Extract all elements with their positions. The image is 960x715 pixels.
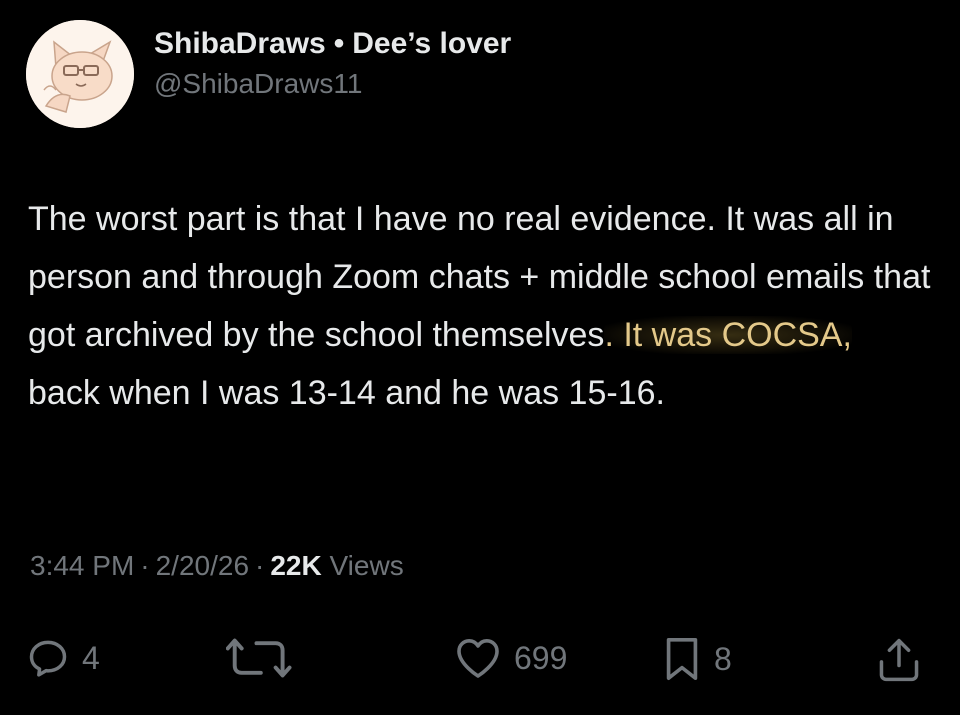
tweet-header: ShibaDraws • Dee’s lover @ShibaDraws11 — [26, 20, 511, 128]
name-suffix[interactable]: Dee’s lover — [352, 27, 511, 60]
views-count[interactable]: 22K — [270, 550, 321, 581]
views-label[interactable]: Views — [330, 550, 404, 581]
tweet: ShibaDraws • Dee’s lover @ShibaDraws11 The… — [0, 0, 960, 715]
action-bar: 4 699 8 — [0, 636, 960, 696]
tweet-time[interactable]: 3:44 PM — [30, 550, 134, 581]
avatar[interactable] — [26, 20, 134, 128]
bookmark-count: 8 — [714, 640, 732, 677]
heart-icon — [457, 639, 499, 678]
display-name[interactable]: ShibaDraws — [154, 27, 326, 60]
reply-icon — [29, 640, 67, 677]
like-count: 699 — [514, 639, 568, 676]
share-icon — [879, 638, 919, 682]
avatar-image — [26, 20, 134, 128]
reply-count: 4 — [82, 639, 100, 676]
share-button[interactable] — [876, 636, 922, 684]
meta-dot: · — [140, 550, 150, 581]
tweet-text: The worst part is that I have no real ev… — [28, 190, 933, 422]
like-button[interactable]: 699 — [454, 636, 567, 680]
author-block: ShibaDraws • Dee’s lover @ShibaDraws11 — [154, 20, 511, 102]
bookmark-icon — [666, 638, 698, 680]
bookmark-button[interactable]: 8 — [662, 636, 732, 682]
tweet-meta: 3:44 PM · 2/20/26 · 22K Views — [30, 550, 404, 582]
tweet-text-part-2: back when I was 13-14 and he was 15-16. — [28, 374, 665, 412]
name-separator: • — [333, 27, 345, 60]
tweet-text-highlight: . It was COCSA, — [604, 316, 852, 354]
meta-dot: · — [255, 550, 265, 581]
retweet-button[interactable] — [226, 636, 312, 680]
reply-button[interactable]: 4 — [26, 636, 100, 680]
retweet-icon — [226, 638, 292, 678]
display-name-row[interactable]: ShibaDraws • Dee’s lover — [154, 26, 511, 62]
tweet-date[interactable]: 2/20/26 — [156, 550, 249, 581]
user-handle[interactable]: @ShibaDraws11 — [154, 66, 511, 102]
